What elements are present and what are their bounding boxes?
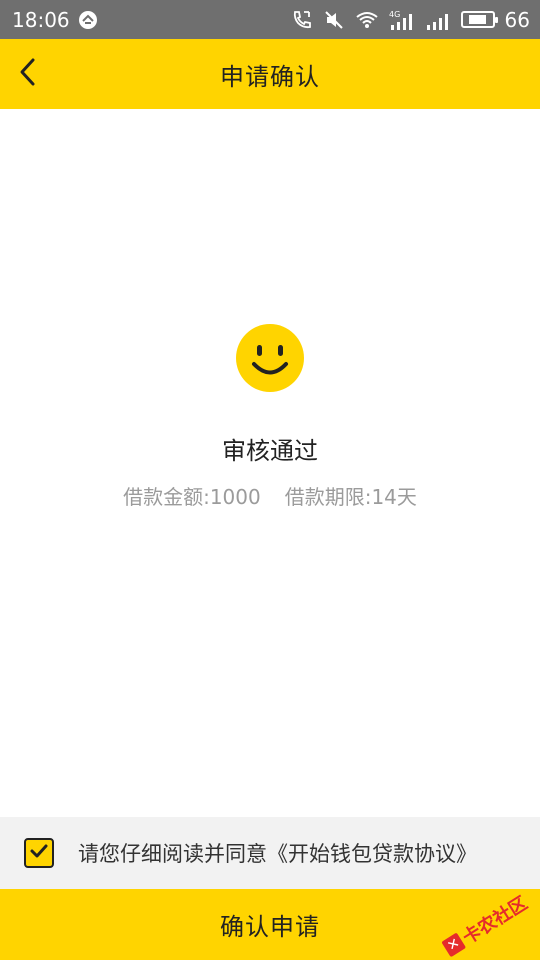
agreement-bar: 请您仔细阅读并同意《开始钱包贷款协议》: [0, 817, 540, 889]
smiley-icon: [235, 323, 305, 393]
header: 申请确认: [0, 39, 540, 109]
call-icon: [291, 9, 313, 31]
wifi-icon: [355, 10, 379, 30]
loan-term: 借款期限:14天: [284, 485, 417, 509]
back-button[interactable]: [18, 39, 68, 109]
agreement-prefix: 请您仔细阅读并同意: [78, 842, 267, 866]
chevron-left-icon: [18, 57, 38, 91]
signal-4g-icon: 4G: [389, 9, 415, 31]
status-left: 18:06: [12, 8, 98, 32]
agreement-link[interactable]: 《开始钱包贷款协议》: [267, 842, 477, 866]
status-bar: 18:06 4G 66: [0, 0, 540, 39]
status-right: 4G 66: [291, 8, 530, 32]
agreement-checkbox[interactable]: [24, 838, 54, 868]
main-content: 审核通过 借款金额:1000 借款期限:14天: [0, 109, 540, 817]
loan-info: 借款金额:1000 借款期限:14天: [0, 481, 540, 510]
page-title: 申请确认: [220, 62, 320, 91]
battery-level: 66: [504, 7, 530, 32]
agreement-text: 请您仔细阅读并同意《开始钱包贷款协议》: [78, 838, 477, 868]
status-time: 18:06: [12, 7, 70, 32]
checkmark-icon: [29, 841, 49, 865]
battery-icon: [460, 11, 498, 28]
approval-status-title: 审核通过: [222, 437, 318, 465]
network-label: 4G: [389, 10, 400, 19]
signal-icon: [425, 9, 451, 31]
battery-fill: [468, 15, 487, 24]
loan-amount: 借款金额:1000: [123, 485, 261, 509]
mute-icon: [323, 9, 345, 31]
app-notification-icon: [78, 10, 98, 30]
